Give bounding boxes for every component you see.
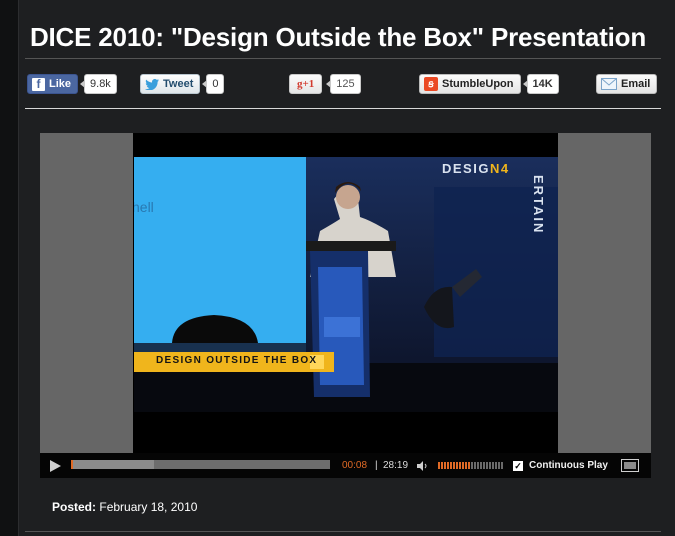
google-plus-label: g+1: [297, 78, 315, 90]
backdrop-logo: DESIGN4: [442, 161, 510, 176]
player-controls: 00:08 | 28:19 ✓ Continuous Play: [40, 453, 651, 478]
volume-tick: [456, 462, 458, 469]
volume-slider[interactable]: [438, 453, 503, 478]
lower-third-text: DESIGN OUTSIDE THE BOX: [156, 355, 318, 366]
volume-tick: [453, 462, 455, 469]
continuous-play-label: Continuous Play: [529, 460, 608, 471]
facebook-like-label: Like: [49, 78, 72, 90]
volume-tick: [450, 462, 452, 469]
continuous-play-checkbox[interactable]: ✓ Continuous Play: [513, 453, 608, 478]
twitter-icon: [145, 78, 159, 90]
email-button[interactable]: Email: [596, 74, 658, 94]
title-divider: [25, 58, 661, 59]
stumbleupon-icon: ꞩ: [424, 77, 438, 91]
volume-tick: [462, 462, 464, 469]
fullscreen-icon: [621, 459, 639, 472]
stumbleupon-widget: ꞩ StumbleUpon 14K: [419, 73, 559, 95]
google-plus-one-button[interactable]: g+1: [289, 74, 323, 94]
page-title: DICE 2010: "Design Outside the Box" Pres…: [29, 22, 647, 52]
play-button[interactable]: [50, 453, 61, 478]
posted-date-line: Posted: February 18, 2010: [52, 500, 197, 514]
seek-buffered: [71, 460, 154, 469]
projector-screen: [134, 157, 306, 343]
volume-tick: [495, 462, 497, 469]
tweet-button[interactable]: Tweet: [140, 74, 201, 94]
stumbleupon-count: 14K: [522, 74, 559, 94]
email-label: Email: [621, 78, 651, 90]
video-still-image: [134, 157, 558, 412]
volume-tick: [501, 462, 503, 469]
stumbleupon-label: StumbleUpon: [442, 78, 514, 90]
volume-tick: [477, 462, 479, 469]
google-plus-widget: g+1 125: [289, 73, 361, 95]
share-divider: [25, 108, 661, 109]
volume-tick: [444, 462, 446, 469]
volume-tick: [498, 462, 500, 469]
volume-tick: [447, 462, 449, 469]
seek-bar[interactable]: [71, 460, 330, 469]
facebook-like-count: 9.8k: [80, 74, 117, 94]
tweet-count: 0: [202, 74, 225, 94]
stumbleupon-button[interactable]: ꞩ StumbleUpon: [419, 74, 521, 94]
mute-button[interactable]: [417, 453, 429, 478]
facebook-like-widget: f Like 9.8k: [27, 73, 117, 95]
posted-date: February 18, 2010: [99, 500, 198, 514]
seek-played: [71, 460, 73, 469]
letterbox-left: [40, 133, 133, 453]
volume-tick: [492, 462, 494, 469]
total-time: 28:19: [383, 460, 409, 471]
volume-tick: [486, 462, 488, 469]
envelope-icon: [601, 78, 617, 90]
current-time: 00:08: [342, 460, 368, 471]
video-frame[interactable]: hell DESIGN OUTSIDE THE BOX DESIGN4 ERTA…: [134, 157, 558, 412]
play-icon: [50, 459, 61, 472]
google-plus-count: 125: [326, 74, 361, 94]
speaker-icon: [417, 460, 427, 471]
volume-tick: [441, 462, 443, 469]
volume-tick: [459, 462, 461, 469]
video-player[interactable]: hell DESIGN OUTSIDE THE BOX DESIGN4 ERTA…: [40, 133, 651, 478]
fullscreen-button[interactable]: [621, 453, 639, 478]
backdrop-vertical-text: ERTAIN: [531, 175, 546, 235]
volume-tick: [483, 462, 485, 469]
volume-tick: [438, 462, 440, 469]
volume-tick: [471, 462, 473, 469]
facebook-icon: f: [32, 77, 45, 91]
tweet-label: Tweet: [163, 78, 194, 90]
letterbox-right: [558, 133, 651, 453]
slide-text: hell: [134, 199, 154, 215]
volume-tick: [465, 462, 467, 469]
facebook-like-button[interactable]: f Like: [27, 74, 79, 94]
email-widget: Email: [596, 73, 658, 95]
volume-tick: [480, 462, 482, 469]
twitter-widget: Tweet 0: [140, 73, 225, 95]
posted-label: Posted:: [52, 500, 97, 514]
time-separator: |: [375, 460, 378, 471]
volume-tick: [489, 462, 491, 469]
volume-tick: [474, 462, 476, 469]
footer-divider: [25, 531, 661, 532]
volume-tick: [468, 462, 470, 469]
checkbox-checkmark-icon: ✓: [513, 460, 523, 471]
